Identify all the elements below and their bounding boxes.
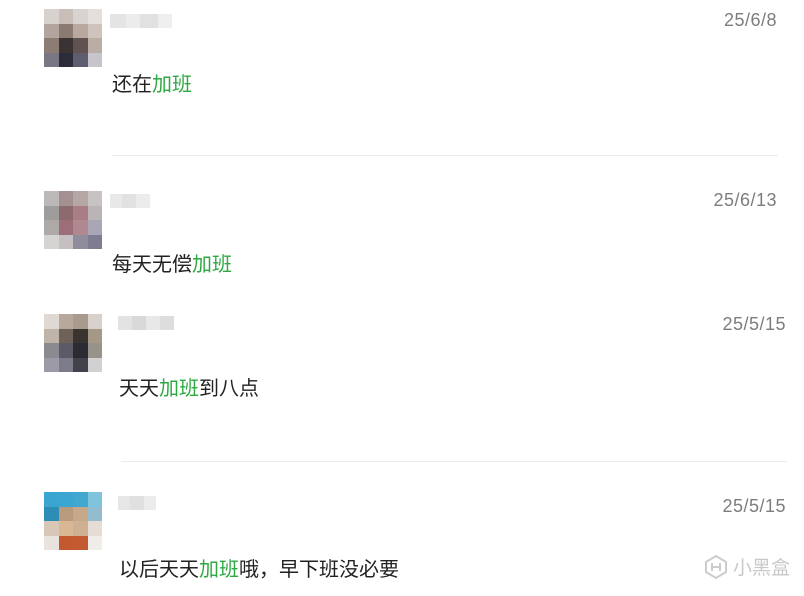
text-before: 天天	[119, 376, 159, 400]
text-after: 到八点	[199, 376, 259, 400]
text-before: 每天无偿	[112, 252, 192, 276]
username-blurred[interactable]	[118, 316, 174, 330]
avatar[interactable]	[44, 191, 102, 249]
avatar[interactable]	[44, 492, 102, 550]
comment-text: 以后天天加班哦，早下班没必要	[119, 553, 399, 582]
comment-date: 25/6/13	[713, 190, 777, 210]
highlight-keyword[interactable]: 加班	[199, 557, 239, 581]
avatar[interactable]	[44, 9, 102, 67]
watermark: 小黑盒	[703, 553, 790, 580]
username-blurred[interactable]	[110, 194, 150, 208]
comment-date: 25/5/15	[722, 496, 786, 516]
highlight-keyword[interactable]: 加班	[152, 72, 192, 96]
text-before: 以后天天	[119, 557, 199, 581]
username-blurred[interactable]	[118, 496, 156, 510]
comment-text: 还在加班	[112, 68, 192, 97]
text-before: 还在	[112, 72, 152, 96]
comment-text: 天天加班到八点	[119, 372, 259, 401]
watermark-label: 小黑盒	[732, 557, 790, 579]
comment-text: 每天无偿加班	[112, 248, 232, 277]
highlight-keyword[interactable]: 加班	[192, 252, 232, 276]
highlight-keyword[interactable]: 加班	[159, 376, 199, 400]
text-after: 哦，早下班没必要	[239, 557, 399, 581]
comment-date: 25/5/15	[722, 314, 786, 334]
comment-date: 25/6/8	[723, 10, 777, 30]
heybox-logo-icon	[704, 554, 727, 579]
divider	[121, 461, 787, 462]
avatar[interactable]	[44, 314, 102, 372]
username-blurred[interactable]	[110, 14, 172, 28]
divider	[112, 155, 778, 156]
